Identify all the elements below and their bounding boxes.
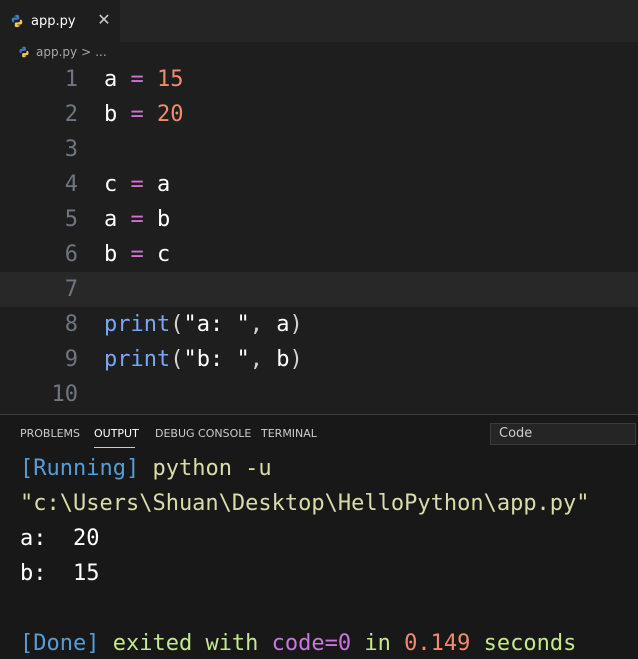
- panel-tabs: PROBLEMS OUTPUT DEBUG CONSOLE TERMINAL C…: [0, 415, 638, 451]
- line-code: b = c: [104, 237, 170, 272]
- code-token: b: [104, 242, 118, 267]
- code-token: =: [130, 67, 144, 92]
- line-code: a = b: [104, 202, 170, 237]
- output-line-done: [Done] exited with code=0 in 0.149 secon…: [20, 626, 576, 659]
- code-line[interactable]: 1 a = 15: [0, 62, 638, 97]
- line-number: 8: [64, 312, 78, 337]
- running-tag: [Running]: [20, 456, 140, 481]
- code-token: a: [104, 67, 118, 92]
- code-token: 15: [157, 67, 184, 92]
- line-code: print("b: ", b): [104, 342, 303, 377]
- tab-output[interactable]: OUTPUT: [94, 427, 139, 440]
- python-icon: [11, 14, 23, 28]
- editor-tab-bar: app.py ✕: [0, 0, 638, 42]
- code-token: ): [289, 347, 303, 372]
- done-tag: [Done]: [20, 631, 100, 656]
- line-number: 3: [64, 137, 78, 162]
- done-exited: exited with: [99, 631, 272, 656]
- tab-accent: [0, 0, 120, 1]
- line-number: 4: [64, 172, 78, 197]
- code-token: =: [130, 207, 144, 232]
- line-number: 2: [64, 102, 78, 127]
- output-line-path: "c:\Users\Shuan\Desktop\HelloPython\app.…: [20, 491, 590, 516]
- code-token: =: [130, 172, 144, 197]
- vscode-window: app.py ✕ app.py > ... 1 a = 15 2 b = 20 3 4 c …: [0, 0, 638, 659]
- line-number: 6: [64, 242, 78, 267]
- done-time: 0.149: [404, 631, 471, 656]
- running-command: python -u: [139, 456, 272, 481]
- code-token: (: [170, 312, 184, 337]
- code-line[interactable]: 2 b = 20: [0, 97, 638, 132]
- code-token: b: [276, 347, 290, 372]
- code-token: (: [170, 347, 184, 372]
- code-token: "b: ": [183, 347, 250, 372]
- close-icon[interactable]: ✕: [96, 12, 112, 28]
- code-editor[interactable]: 1 a = 15 2 b = 20 3 4 c = a 5 a = b 6 b = c 7 8 print…: [0, 62, 638, 414]
- code-token: ,: [249, 347, 277, 372]
- code-token: ,: [249, 312, 277, 337]
- breadcrumb-more[interactable]: ...: [95, 45, 106, 59]
- line-number: 10: [51, 382, 79, 407]
- bottom-panel: PROBLEMS OUTPUT DEBUG CONSOLE TERMINAL C…: [0, 414, 638, 659]
- line-number: 9: [64, 347, 78, 372]
- tab-app-py[interactable]: app.py ✕: [0, 0, 120, 42]
- code-token: a: [276, 312, 290, 337]
- code-token: 20: [157, 102, 184, 127]
- code-token: "a: ": [183, 312, 250, 337]
- line-code: a = 15: [104, 62, 184, 97]
- done-in: in: [351, 631, 405, 656]
- code-line[interactable]: 5 a = b: [0, 202, 638, 237]
- breadcrumb-separator: >: [81, 45, 92, 59]
- code-token: b: [104, 102, 118, 127]
- code-token: =: [130, 102, 144, 127]
- output-line-a: a: 20: [20, 526, 100, 551]
- line-number: 5: [64, 207, 78, 232]
- line-code: print("a: ", a): [104, 307, 303, 342]
- done-seconds: seconds: [470, 631, 577, 656]
- tab-debug-console[interactable]: DEBUG CONSOLE: [155, 427, 251, 440]
- code-line[interactable]: 8 print("a: ", a): [0, 307, 638, 342]
- line-code: b = 20: [104, 97, 184, 132]
- tab-label: app.py: [31, 13, 76, 29]
- code-line[interactable]: 3: [0, 132, 638, 167]
- output-line-running: [Running] python -u: [20, 451, 272, 486]
- code-token: b: [157, 207, 171, 232]
- code-token: a: [104, 207, 118, 232]
- code-line[interactable]: 4 c = a: [0, 167, 638, 202]
- output-line-b: b: 15: [20, 561, 100, 586]
- code-token: c: [157, 242, 171, 267]
- code-line[interactable]: 9 print("b: ", b): [0, 342, 638, 377]
- done-code: code=0: [271, 631, 352, 656]
- code-token: =: [130, 242, 144, 267]
- python-icon: [19, 46, 29, 58]
- code-token: a: [157, 172, 171, 197]
- code-line[interactable]: 7: [0, 272, 638, 307]
- breadcrumb-file[interactable]: app.py: [36, 45, 77, 59]
- code-token: ): [289, 312, 303, 337]
- code-token: c: [104, 172, 118, 197]
- breadcrumb: app.py > ...: [0, 42, 638, 62]
- line-number: 1: [64, 67, 78, 92]
- tab-terminal[interactable]: TERMINAL: [261, 427, 317, 440]
- active-tab-underline: [94, 447, 135, 448]
- output-channel-select[interactable]: Code: [490, 423, 636, 445]
- line-number: 7: [64, 277, 78, 302]
- tab-problems[interactable]: PROBLEMS: [20, 427, 80, 440]
- code-token: print: [104, 347, 171, 372]
- code-token: print: [104, 312, 171, 337]
- line-code: c = a: [104, 167, 170, 202]
- code-line[interactable]: 10: [0, 377, 638, 412]
- code-line[interactable]: 6 b = c: [0, 237, 638, 272]
